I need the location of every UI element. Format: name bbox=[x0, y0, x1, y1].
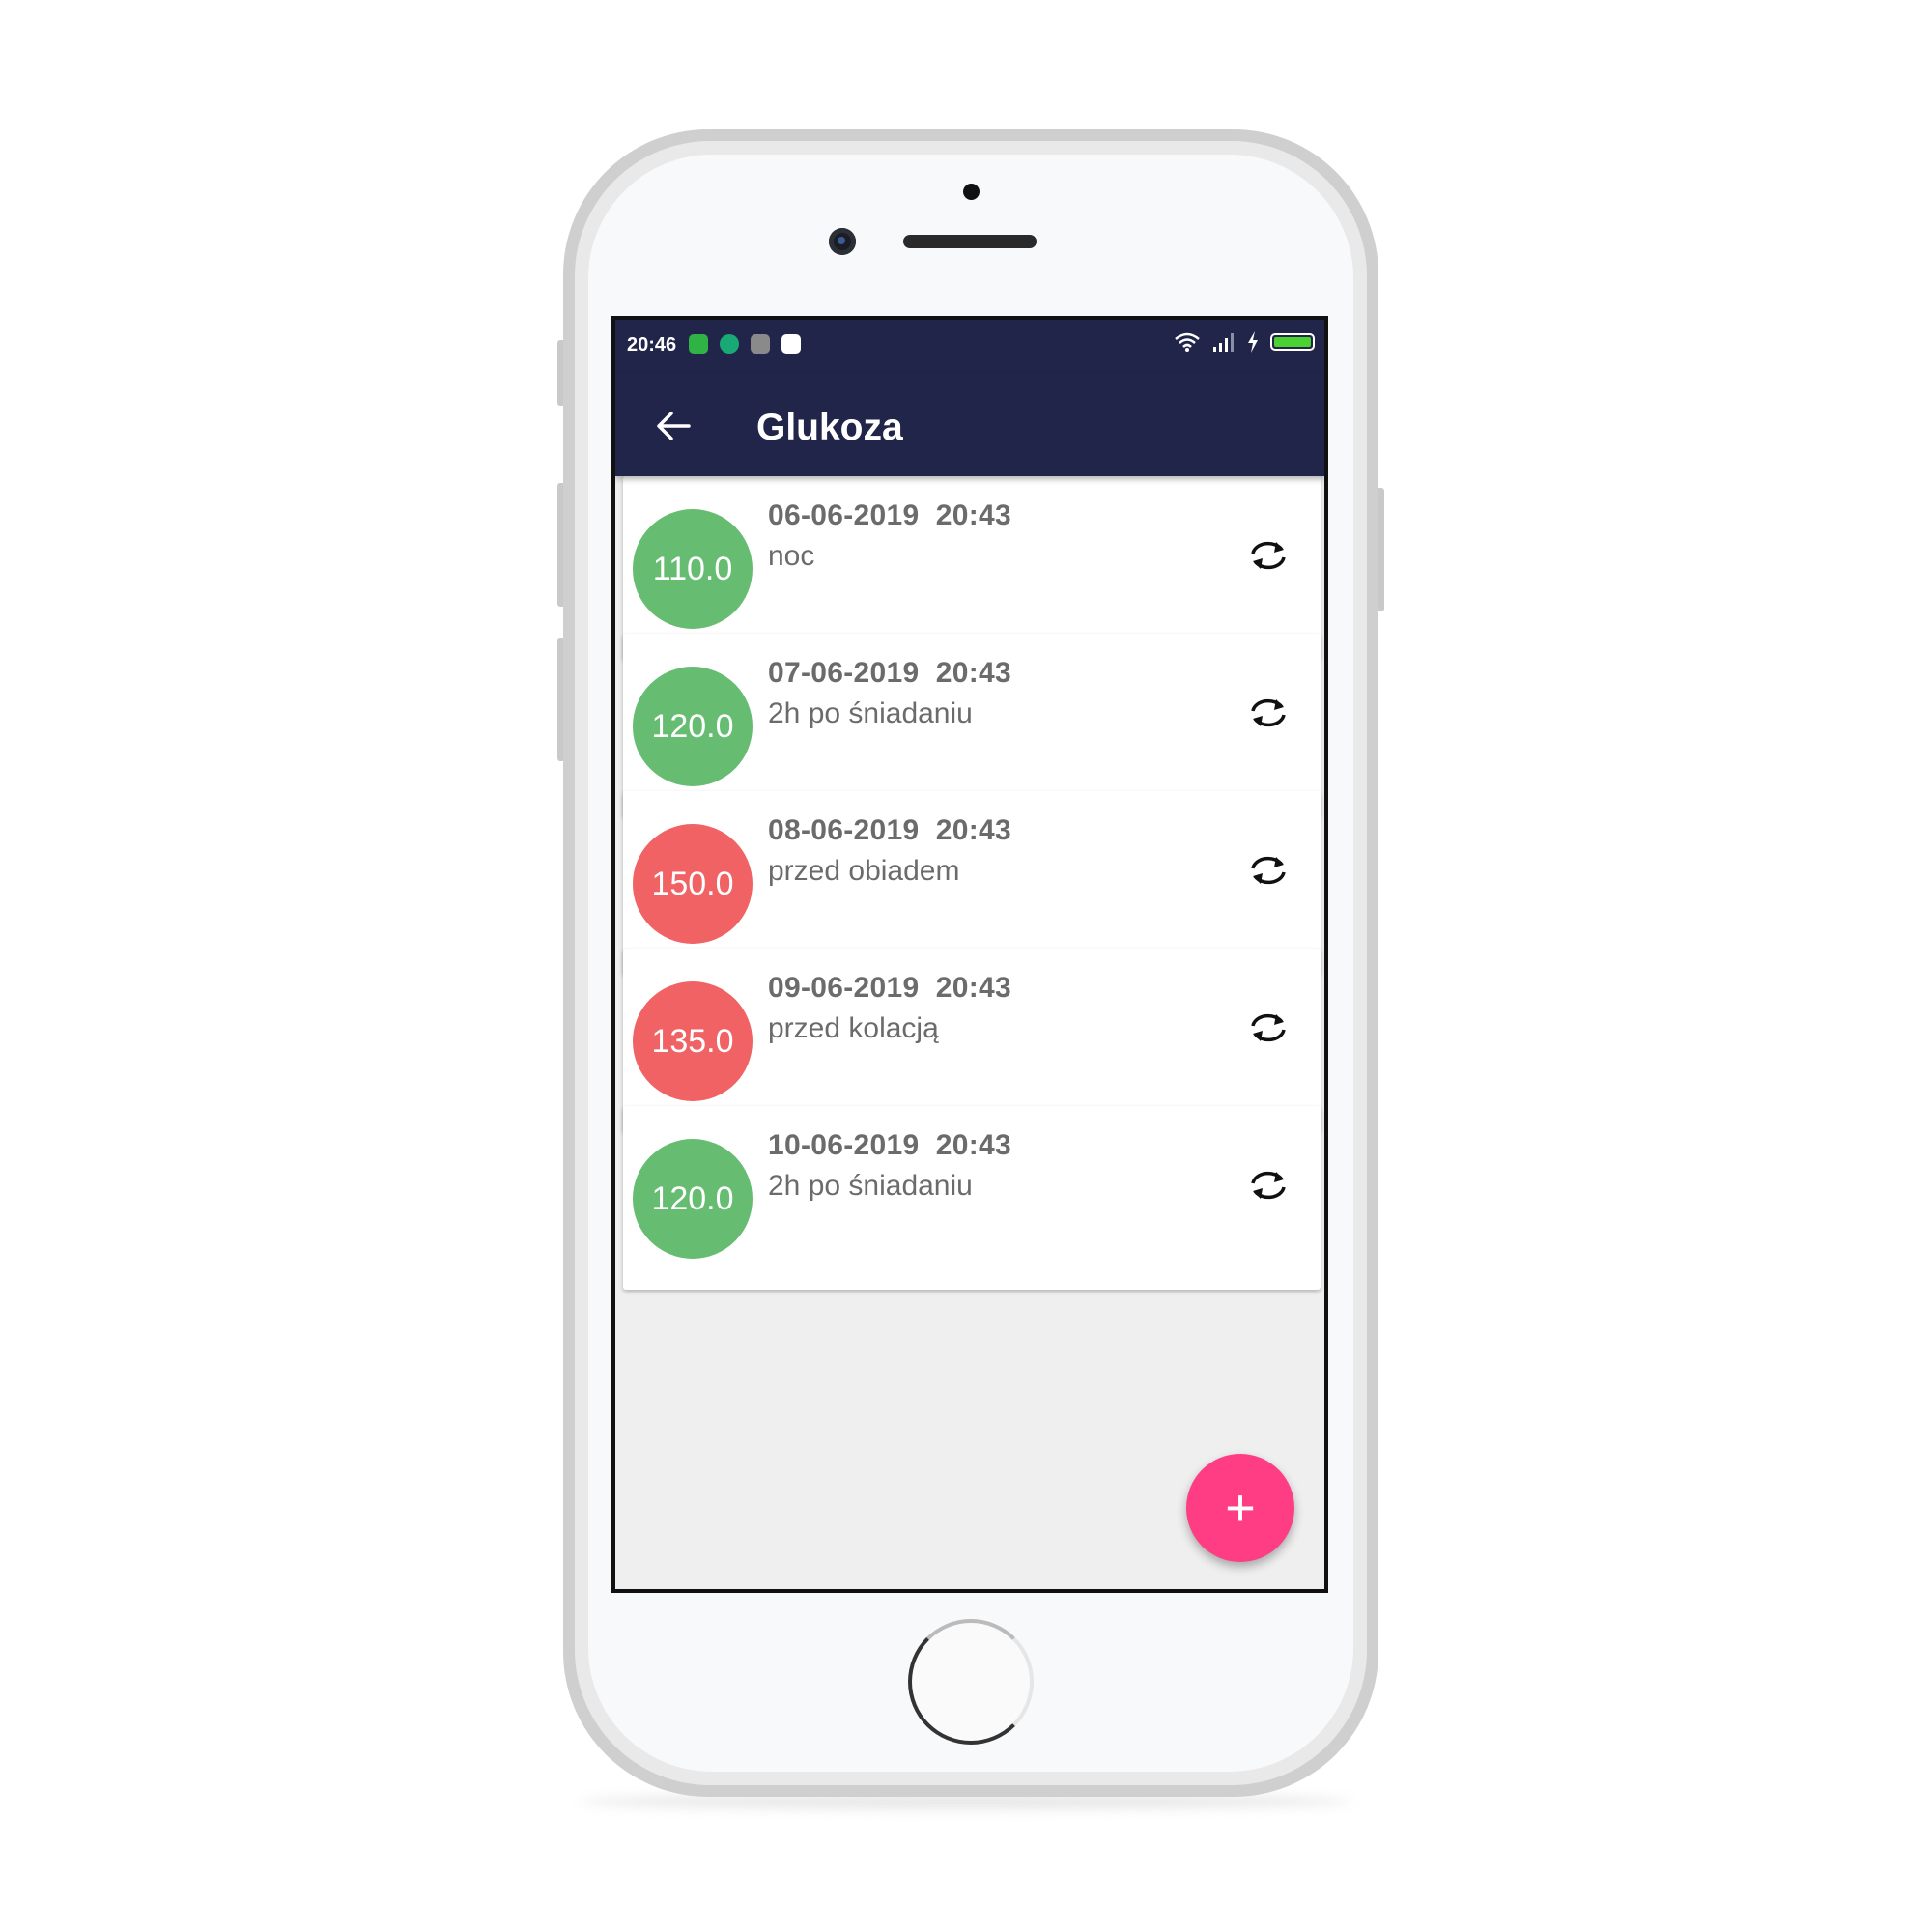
notification-icons bbox=[689, 334, 801, 354]
charging-icon bbox=[1248, 331, 1258, 353]
phone-shadow bbox=[580, 1795, 1352, 1808]
glucose-value-badge: 135.0 bbox=[633, 981, 753, 1101]
phone-screen: 20:46 Glukoza 110.0 06-06-2019 20:43 noc… bbox=[611, 316, 1328, 1593]
reading-card[interactable]: 120.0 07-06-2019 20:43 2h po śniadaniu bbox=[623, 634, 1321, 817]
sync-icon[interactable] bbox=[1247, 692, 1290, 734]
add-reading-button[interactable]: + bbox=[1186, 1454, 1294, 1562]
glucose-value-badge: 110.0 bbox=[633, 509, 753, 629]
app-gray-icon bbox=[751, 334, 770, 354]
wifi-icon bbox=[1175, 332, 1200, 352]
signal-icon bbox=[1213, 333, 1234, 352]
battery-icon bbox=[1270, 333, 1315, 351]
proximity-sensor bbox=[963, 184, 980, 200]
reading-card[interactable]: 120.0 10-06-2019 20:43 2h po śniadaniu bbox=[623, 1106, 1321, 1290]
reading-label: 2h po śniadaniu bbox=[768, 1170, 973, 1202]
status-bar: 20:46 bbox=[615, 320, 1324, 374]
reading-date: 09-06-2019 20:43 bbox=[768, 972, 1011, 1004]
reading-date: 08-06-2019 20:43 bbox=[768, 814, 1011, 846]
plus-icon: + bbox=[1225, 1479, 1256, 1537]
sync-icon[interactable] bbox=[1247, 1007, 1290, 1049]
glucose-value-badge: 120.0 bbox=[633, 667, 753, 786]
reading-card[interactable]: 110.0 06-06-2019 20:43 noc bbox=[623, 476, 1321, 660]
front-camera bbox=[829, 228, 856, 255]
home-button[interactable] bbox=[908, 1619, 1034, 1745]
reading-label: noc bbox=[768, 540, 815, 572]
reading-label: 2h po śniadaniu bbox=[768, 697, 973, 729]
reading-date: 07-06-2019 20:43 bbox=[768, 657, 1011, 689]
glucose-value-badge: 120.0 bbox=[633, 1139, 753, 1259]
sync-icon[interactable] bbox=[1247, 849, 1290, 892]
reading-card[interactable]: 150.0 08-06-2019 20:43 przed obiadem bbox=[623, 791, 1321, 975]
app-white-icon bbox=[781, 334, 801, 354]
app-green-icon bbox=[689, 334, 708, 354]
glucose-value-badge: 150.0 bbox=[633, 824, 753, 944]
status-right-icons bbox=[1174, 331, 1315, 353]
earpiece-speaker bbox=[903, 235, 1037, 248]
reading-label: przed obiadem bbox=[768, 855, 960, 887]
sync-icon[interactable] bbox=[1247, 1164, 1290, 1207]
reading-label: przed kolacją bbox=[768, 1012, 939, 1044]
app-bar: Glukoza bbox=[615, 374, 1324, 476]
shield-icon bbox=[720, 334, 739, 354]
status-time: 20:46 bbox=[627, 334, 677, 355]
arrow-left-icon[interactable] bbox=[652, 405, 695, 447]
sync-icon[interactable] bbox=[1247, 534, 1290, 577]
reading-card[interactable]: 135.0 09-06-2019 20:43 przed kolacją bbox=[623, 949, 1321, 1132]
battery-fill bbox=[1274, 337, 1311, 347]
reading-date: 10-06-2019 20:43 bbox=[768, 1129, 1011, 1161]
page-title: Glukoza bbox=[756, 407, 903, 448]
reading-date: 06-06-2019 20:43 bbox=[768, 499, 1011, 531]
